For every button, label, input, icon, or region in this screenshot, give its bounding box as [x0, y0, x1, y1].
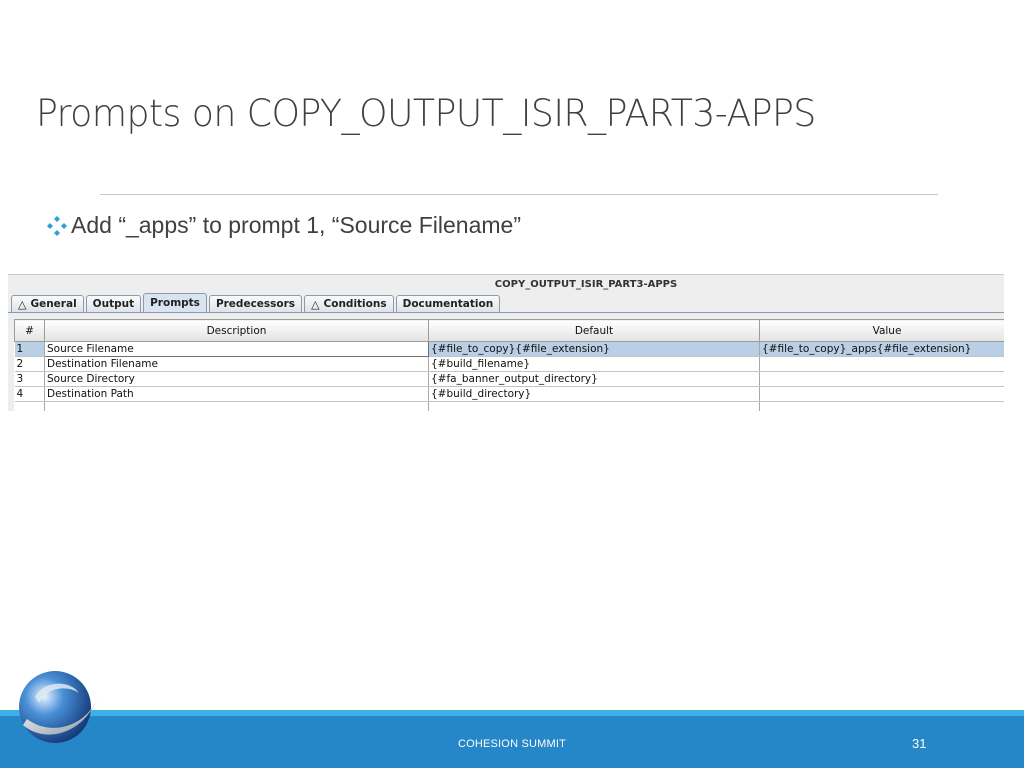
tab-label: Documentation	[402, 298, 494, 310]
description-cell[interactable]: Source Directory	[44, 371, 429, 387]
description-cell[interactable]: Destination Filename	[44, 356, 429, 372]
page-number: 31	[912, 736, 927, 751]
cohesion-logo-icon	[19, 671, 99, 743]
tab-label: Conditions	[323, 298, 387, 310]
value-cell[interactable]	[759, 371, 1004, 387]
empty-cell	[759, 401, 1004, 411]
footer-text: COHESION SUMMIT	[457, 738, 567, 750]
column-header-value[interactable]: Value	[759, 319, 1004, 342]
value-cell[interactable]	[759, 356, 1004, 372]
slide-title: Prompts on COPY_OUTPUT_ISIR_PART3-APPS	[36, 92, 816, 135]
tab-label: Predecessors	[215, 298, 296, 310]
table-row[interactable]: 1 Source Filename {#file_to_copy}{#file_…	[14, 341, 1004, 357]
row-number: 2	[14, 356, 45, 372]
description-cell[interactable]: Source Filename	[44, 341, 429, 357]
bullet-text: Add “_apps” to prompt 1, “Source Filenam…	[71, 212, 521, 238]
prompts-table: # Description Default Value 1 Source Fil…	[14, 319, 1004, 411]
default-cell[interactable]: {#build_filename}	[428, 356, 760, 372]
tab-divider	[8, 312, 1004, 313]
column-header-description[interactable]: Description	[44, 319, 429, 342]
window-title: COPY_OUTPUT_ISIR_PART3-APPS	[494, 279, 678, 290]
empty-cell	[428, 401, 760, 411]
table-row[interactable]: 4 Destination Path {#build_directory}	[14, 386, 1004, 402]
tab-general[interactable]: △ General	[11, 295, 84, 312]
title-divider	[100, 194, 938, 195]
description-cell[interactable]: Destination Path	[44, 386, 429, 402]
table-row[interactable]: 3 Source Directory {#fa_banner_output_di…	[14, 371, 1004, 387]
tab-output[interactable]: Output	[85, 295, 142, 312]
tab-bar: △ General Output Prompts Predecessors △ …	[11, 293, 502, 312]
tab-label: Prompts	[150, 297, 200, 309]
diamond-bullet-icon	[47, 215, 67, 236]
tab-documentation[interactable]: Documentation	[395, 295, 501, 312]
row-number: 4	[14, 386, 45, 402]
default-cell[interactable]: {#file_to_copy}{#file_extension}	[428, 341, 760, 357]
table-row[interactable]: 2 Destination Filename {#build_filename}	[14, 356, 1004, 372]
row-number: 1	[14, 341, 45, 357]
default-cell[interactable]: {#fa_banner_output_directory}	[428, 371, 760, 387]
tab-conditions[interactable]: △ Conditions	[304, 295, 394, 312]
column-header-number[interactable]: #	[14, 319, 45, 342]
empty-cell	[44, 401, 429, 411]
warning-triangle-icon: △	[311, 297, 320, 311]
value-cell[interactable]	[759, 386, 1004, 402]
bullet-item: Add “_apps” to prompt 1, “Source Filenam…	[46, 212, 521, 239]
row-number: 3	[14, 371, 45, 387]
table-row-empty	[14, 401, 1004, 411]
tab-label: Output	[92, 298, 135, 310]
tab-label: General	[30, 298, 77, 310]
table-header-row: # Description Default Value	[14, 319, 1004, 342]
app-screenshot: COPY_OUTPUT_ISIR_PART3-APPS △ General Ou…	[8, 274, 1004, 411]
default-cell[interactable]: {#build_directory}	[428, 386, 760, 402]
value-cell[interactable]: {#file_to_copy}_apps{#file_extension}	[759, 341, 1004, 357]
warning-triangle-icon: △	[18, 297, 27, 311]
tab-prompts[interactable]: Prompts	[143, 293, 207, 312]
column-header-default[interactable]: Default	[428, 319, 760, 342]
empty-cell	[14, 401, 45, 411]
tab-predecessors[interactable]: Predecessors	[208, 295, 303, 312]
